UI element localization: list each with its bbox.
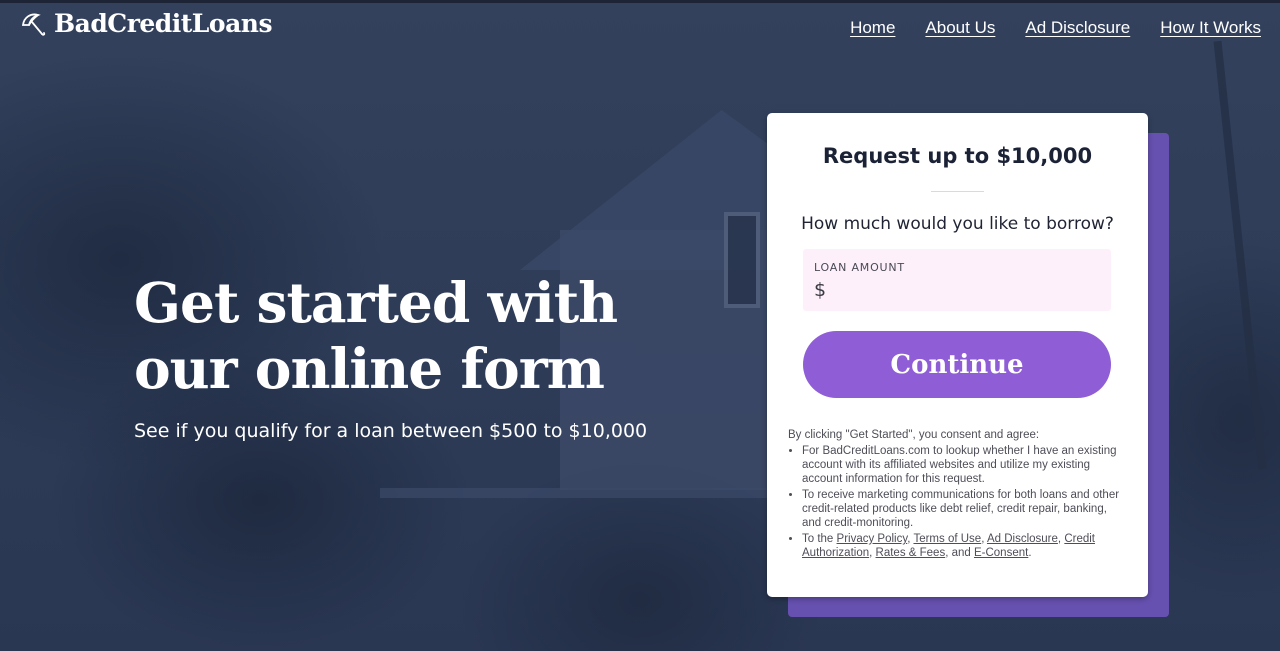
top-border: [0, 0, 1280, 3]
separator: ,: [907, 533, 911, 545]
consent-text: By clicking "Get Started", you consent a…: [788, 428, 1128, 562]
e-consent-link[interactable]: E-Consent: [974, 547, 1028, 559]
continue-button[interactable]: Continue: [803, 331, 1111, 398]
nav-how-it-works-link[interactable]: How It Works: [1160, 18, 1261, 38]
consent-item-marketing: To receive marketing communications for …: [802, 488, 1128, 530]
loan-amount-input[interactable]: [835, 277, 1100, 305]
consent-list: For BadCreditLoans.com to lookup whether…: [788, 444, 1128, 560]
loan-request-card: Request up to $10,000 How much would you…: [767, 113, 1148, 597]
separator: ,: [981, 533, 985, 545]
separator: ,: [1057, 533, 1062, 545]
form-divider: [931, 191, 984, 192]
terms-of-use-link[interactable]: Terms of Use: [913, 533, 981, 545]
nav-ad-disclosure-link[interactable]: Ad Disclosure: [1025, 18, 1130, 38]
brand-name: BadCreditLoans: [54, 9, 273, 38]
fence-shape: [380, 488, 800, 498]
loan-amount-label: LOAN AMOUNT: [814, 261, 905, 274]
separator: ,: [869, 547, 873, 559]
dollar-prefix: $: [814, 279, 827, 301]
privacy-policy-link[interactable]: Privacy Policy: [837, 533, 908, 545]
main-nav: Home About Us Ad Disclosure How It Works: [850, 18, 1261, 38]
ad-disclosure-link[interactable]: Ad Disclosure: [987, 533, 1058, 545]
consent-item-policies: To the Privacy Policy, Terms of Use, Ad …: [802, 532, 1128, 560]
separator: , and: [945, 547, 971, 559]
consent-policies-prefix: To the: [802, 533, 834, 545]
nav-about-us-link[interactable]: About Us: [925, 18, 995, 38]
hero-title: Get started with our online form: [134, 270, 618, 401]
separator: .: [1028, 547, 1032, 559]
umbrella-icon: [21, 13, 46, 36]
consent-intro: By clicking "Get Started", you consent a…: [788, 429, 1040, 441]
form-question: How much would you like to borrow?: [801, 214, 1114, 234]
hero-subtitle: See if you qualify for a loan between $5…: [134, 420, 648, 442]
loan-amount-field[interactable]: LOAN AMOUNT $: [803, 249, 1111, 311]
consent-item-lookup: For BadCreditLoans.com to lookup whether…: [802, 444, 1128, 486]
rates-fees-link[interactable]: Rates & Fees: [876, 547, 946, 559]
form-title: Request up to $10,000: [822, 144, 1093, 168]
nav-home-link[interactable]: Home: [850, 18, 895, 38]
site-logo[interactable]: BadCreditLoans: [20, 9, 273, 38]
